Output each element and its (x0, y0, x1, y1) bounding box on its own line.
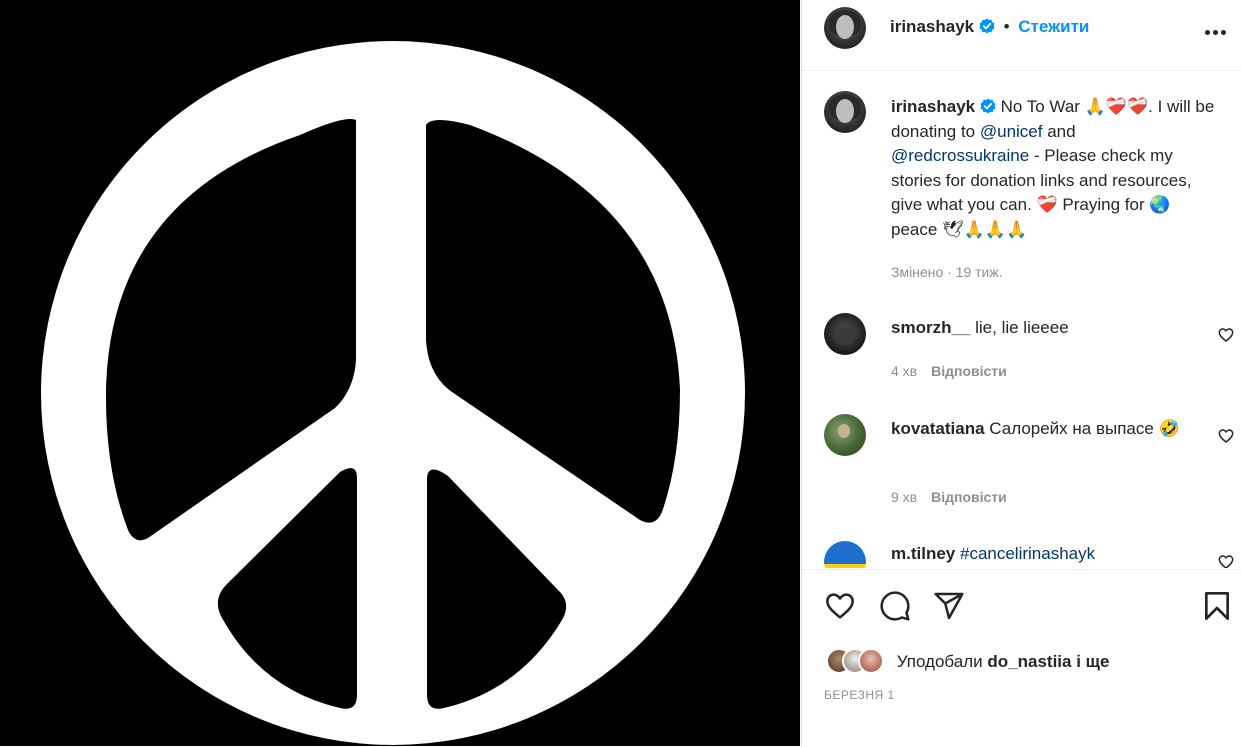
comment-meta: 9 хв Відповісти (891, 489, 1007, 505)
post-panel: irinashayk • Стежити irinashayk No To Wa… (801, 0, 1241, 746)
separator-dot: • (1003, 17, 1010, 36)
comment-avatar[interactable] (824, 414, 866, 456)
comment-icon[interactable] (879, 590, 911, 622)
comment-like-heart-icon[interactable] (1218, 327, 1234, 343)
bookmark-icon[interactable] (1202, 590, 1232, 622)
edited-time[interactable]: Змінено · 19 тиж. (891, 264, 1003, 280)
more-options-icon[interactable] (1202, 22, 1226, 40)
verified-badge-icon (979, 18, 995, 34)
caption-author-avatar[interactable] (824, 91, 866, 133)
comment-item: m.tilney #cancelirinashayk (891, 542, 1191, 567)
comment-hashtag[interactable]: #cancelirinashayk (960, 544, 1095, 563)
reply-button[interactable]: Відповісти (931, 363, 1007, 379)
comment-text: lie, lie lieeee (975, 318, 1069, 337)
post-caption: irinashayk No To War 🙏❤️‍🩹❤️‍🩹. I will b… (891, 95, 1216, 242)
header-line: irinashayk • Стежити (890, 17, 1089, 37)
comment-like-heart-icon[interactable] (1218, 554, 1234, 568)
likes-others[interactable]: і ще (1076, 652, 1109, 671)
comments-section[interactable]: irinashayk No To War 🙏❤️‍🩹❤️‍🩹. I will b… (802, 71, 1241, 568)
post-date[interactable]: БЕРЕЗНЯ 1 (824, 688, 895, 702)
post-image[interactable] (0, 0, 800, 746)
comment-username[interactable]: m.tilney (891, 544, 955, 563)
peace-symbol-image (41, 41, 745, 745)
comment-username[interactable]: kovatatiana (891, 419, 985, 438)
comment-item: kovatatiana Салорейх на выпасе 🤣 (891, 417, 1201, 442)
mention-redcrossukraine[interactable]: @redcrossukraine (891, 146, 1029, 165)
comment-avatar[interactable] (824, 313, 866, 355)
share-icon[interactable] (933, 590, 965, 622)
comment-meta: 4 хв Відповісти (891, 363, 1007, 379)
follow-button[interactable]: Стежити (1018, 17, 1089, 36)
comment-avatar[interactable] (824, 541, 866, 568)
post-header: irinashayk • Стежити (802, 0, 1241, 71)
comment-time[interactable]: 4 хв (891, 363, 917, 379)
likes-summary: Уподобали do_nastiia і ще (826, 648, 1109, 674)
comment-like-heart-icon[interactable] (1218, 428, 1234, 444)
caption-meta: Змінено · 19 тиж. (891, 264, 1003, 280)
mention-unicef[interactable]: @unicef (980, 122, 1043, 141)
comment-item: smorzh__ lie, lie lieeee (891, 316, 1191, 341)
post-actions: Уподобали do_nastiia і ще БЕРЕЗНЯ 1 (802, 569, 1241, 747)
verified-badge-icon (980, 98, 996, 114)
author-username[interactable]: irinashayk (890, 17, 974, 36)
reply-button[interactable]: Відповісти (931, 489, 1007, 505)
comment-time[interactable]: 9 хв (891, 489, 917, 505)
comment-username[interactable]: smorzh__ (891, 318, 970, 337)
author-avatar[interactable] (824, 7, 866, 49)
likes-user[interactable]: do_nastiia (987, 652, 1071, 671)
caption-username[interactable]: irinashayk (891, 97, 975, 116)
heart-icon[interactable] (824, 590, 856, 622)
comment-text: Салорейх на выпасе 🤣 (989, 419, 1180, 438)
likes-prefix: Уподобали (896, 652, 983, 671)
liker-avatar (858, 648, 884, 674)
caption-text-and: and (1042, 121, 1076, 141)
